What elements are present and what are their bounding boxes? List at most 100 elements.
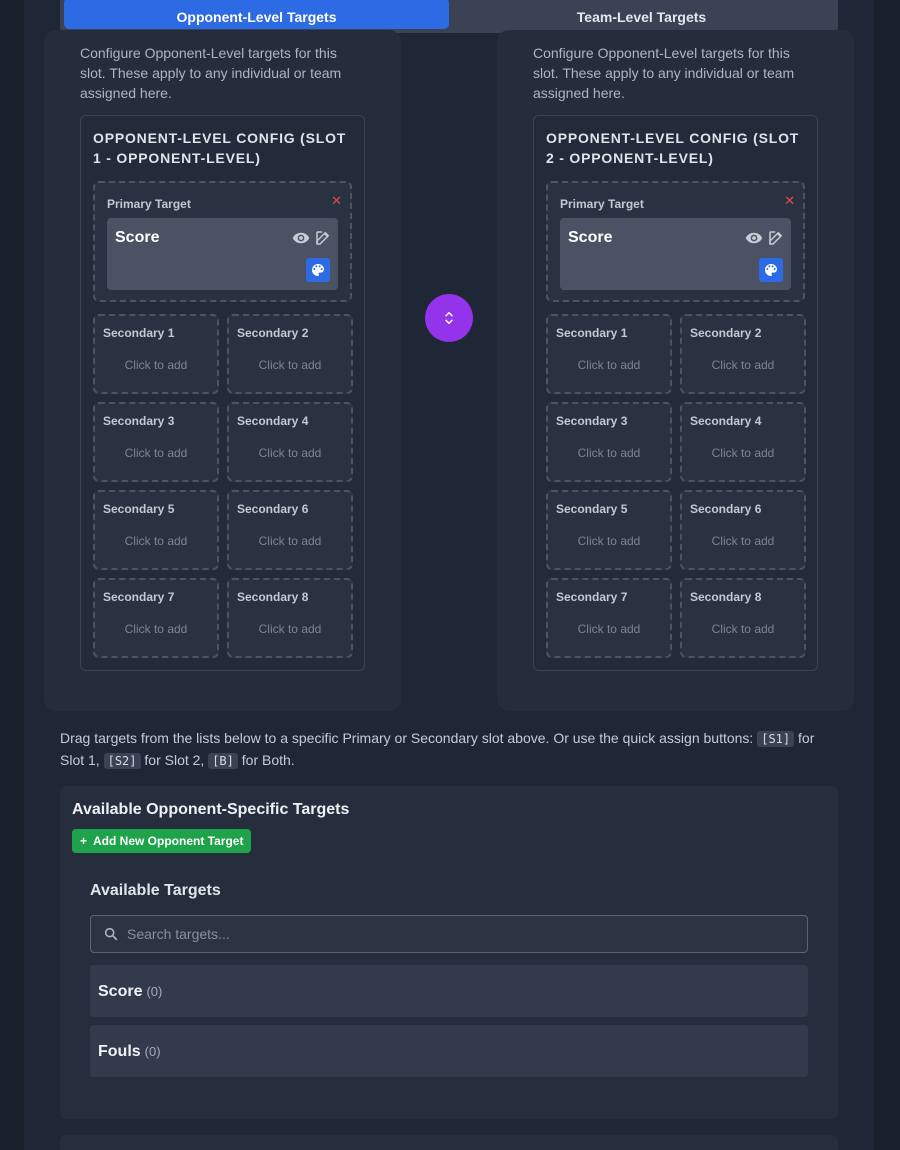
secondary-target-dropzone[interactable]: Secondary 7 Click to add [546,578,672,658]
secondary-target-label: Secondary 6 [690,502,762,516]
secondary-target-label: Secondary 3 [556,414,628,428]
primary-target-card[interactable]: Score [560,218,791,290]
secondary-target-dropzone[interactable]: Secondary 4 Click to add [227,402,353,482]
secondary-target-label: Secondary 2 [237,326,309,340]
secondary-target-dropzone[interactable]: Secondary 4 Click to add [680,402,806,482]
slot-1-panel: Configure Opponent-Level targets for thi… [44,30,401,711]
primary-target-label: Primary Target [107,197,191,211]
section-title: Available Opponent-Specific Targets [72,801,350,818]
secondary-target-label: Secondary 2 [690,326,762,340]
primary-target-dropzone[interactable]: Primary Target ✕ Score [93,181,352,302]
primary-target-card[interactable]: Score [107,218,338,290]
click-to-add-hint: Click to add [577,534,641,548]
secondary-targets-grid: Secondary 1 Click to add Secondary 2 Click … [93,314,353,658]
secondary-target-label: Secondary 4 [237,414,309,428]
secondary-target-label: Secondary 7 [103,590,175,604]
edit-icon[interactable] [314,229,332,247]
click-to-add-hint: Click to add [124,534,188,548]
target-row[interactable]: Score (0) [90,965,808,1017]
swap-slots-button[interactable] [425,294,473,342]
palette-button[interactable] [306,258,330,282]
tab-team-level[interactable]: Team-Level Targets [449,0,834,29]
target-name: Fouls [98,1043,141,1060]
hint-text-4: for Both. [237,752,295,768]
click-to-add-hint: Click to add [258,446,322,460]
code-b: [B] [208,753,238,769]
slot-description: Configure Opponent-Level targets for thi… [533,45,795,101]
secondary-target-dropzone[interactable]: Secondary 2 Click to add [680,314,806,394]
secondary-targets-grid: Secondary 1 Click to add Secondary 2 Click … [546,314,806,658]
code-s2: [S2] [103,753,141,769]
next-section-card [60,1135,838,1150]
palette-icon [765,264,777,276]
secondary-target-label: Secondary 6 [237,502,309,516]
palette-icon [312,264,324,276]
search-icon [104,927,118,941]
slot-config: OPPONENT-LEVEL CONFIG (SLOT 1 - OPPONENT… [80,115,365,671]
target-level-tabs: Opponent-Level Targets Team-Level Target… [60,0,838,33]
secondary-target-label: Secondary 1 [103,326,175,340]
click-to-add-hint: Click to add [124,446,188,460]
click-to-add-hint: Click to add [711,446,775,460]
click-to-add-hint: Click to add [577,622,641,636]
eye-icon[interactable] [292,229,310,247]
click-to-add-hint: Click to add [577,446,641,460]
eye-icon[interactable] [745,229,763,247]
secondary-target-label: Secondary 8 [237,590,309,604]
secondary-target-label: Secondary 3 [103,414,175,428]
add-opponent-target-button[interactable]: + Add New Opponent Target [72,829,252,853]
secondary-target-dropzone[interactable]: Secondary 1 Click to add [93,314,219,394]
slot-config: OPPONENT-LEVEL CONFIG (SLOT 2 - OPPONENT… [533,115,818,671]
slot-description: Configure Opponent-Level targets for thi… [80,45,342,101]
secondary-target-dropzone[interactable]: Secondary 5 Click to add [546,490,672,570]
click-to-add-hint: Click to add [258,534,322,548]
palette-button[interactable] [759,258,783,282]
secondary-target-label: Secondary 5 [103,502,175,516]
search-input[interactable] [127,916,797,952]
click-to-add-hint: Click to add [711,534,775,548]
secondary-target-dropzone[interactable]: Secondary 7 Click to add [93,578,219,658]
secondary-target-dropzone[interactable]: Secondary 5 Click to add [93,490,219,570]
secondary-target-dropzone[interactable]: Secondary 8 Click to add [227,578,353,658]
edit-icon[interactable] [767,229,785,247]
hint-text-1: Drag targets from the lists below to a s… [60,730,758,746]
hint-text-3: for Slot 2, [140,752,209,768]
secondary-target-dropzone[interactable]: Secondary 2 Click to add [227,314,353,394]
close-icon[interactable]: ✕ [784,193,795,209]
target-row[interactable]: Fouls (0) [90,1025,808,1077]
secondary-target-dropzone[interactable]: Secondary 8 Click to add [680,578,806,658]
secondary-target-dropzone[interactable]: Secondary 6 Click to add [227,490,353,570]
swap-vertical-icon [445,312,453,324]
search-field [90,915,808,953]
secondary-target-label: Secondary 4 [690,414,762,428]
click-to-add-hint: Click to add [258,622,322,636]
secondary-target-dropzone[interactable]: Secondary 6 Click to add [680,490,806,570]
secondary-target-dropzone[interactable]: Secondary 3 Click to add [93,402,219,482]
config-title: OPPONENT-LEVEL CONFIG (SLOT 1 - OPPONENT… [93,130,347,166]
secondary-target-dropzone[interactable]: Secondary 1 Click to add [546,314,672,394]
secondary-target-label: Secondary 8 [690,590,762,604]
click-to-add-hint: Click to add [124,358,188,372]
primary-target-name: Score [115,229,160,246]
secondary-target-label: Secondary 7 [556,590,628,604]
primary-target-dropzone[interactable]: Primary Target ✕ Score [546,181,805,302]
plus-icon: + [80,834,88,848]
available-targets-heading: Available Targets [90,882,221,899]
click-to-add-hint: Click to add [258,358,322,372]
code-s1: [S1] [757,731,795,747]
tab-opponent-level[interactable]: Opponent-Level Targets [64,0,449,29]
slot-2-panel: Configure Opponent-Level targets for thi… [497,30,854,711]
available-targets-section: Available Opponent-Specific Targets + Ad… [60,786,838,1119]
click-to-add-hint: Click to add [124,622,188,636]
target-count: (0) [146,984,163,999]
primary-target-label: Primary Target [560,197,644,211]
secondary-target-dropzone[interactable]: Secondary 3 Click to add [546,402,672,482]
config-title: OPPONENT-LEVEL CONFIG (SLOT 2 - OPPONENT… [546,130,800,166]
click-to-add-hint: Click to add [711,622,775,636]
close-icon[interactable]: ✕ [331,193,342,209]
primary-target-name: Score [568,229,613,246]
drag-hint: Drag targets from the lists below to a s… [60,728,830,772]
target-name: Score [98,983,143,1000]
click-to-add-hint: Click to add [577,358,641,372]
target-count: (0) [144,1044,161,1059]
